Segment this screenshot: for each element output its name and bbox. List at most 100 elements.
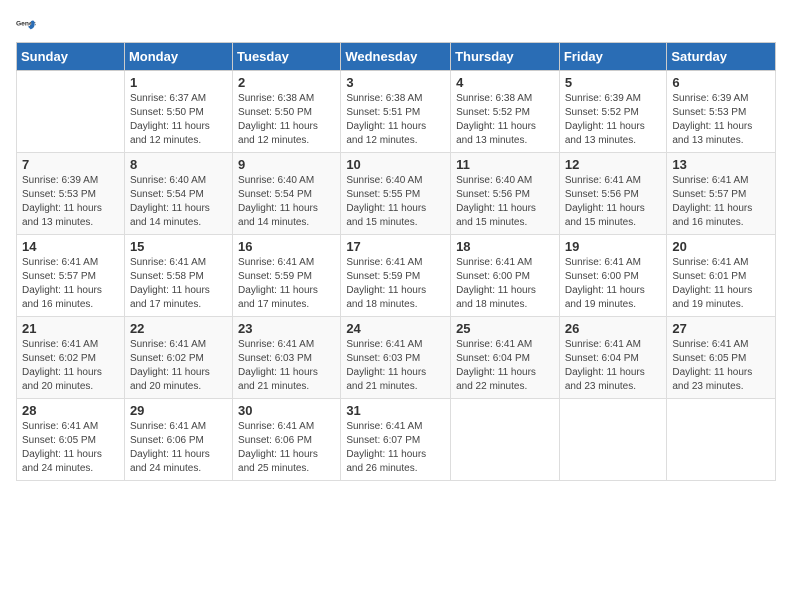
- daylight: Daylight: 11 hours and 15 minutes.: [565, 203, 645, 228]
- calendar-cell: 27 Sunrise: 6:41 AM Sunset: 6:05 PM Dayl…: [667, 317, 776, 399]
- day-number: 18: [456, 239, 554, 254]
- daylight: Daylight: 11 hours and 13 minutes.: [456, 121, 536, 146]
- daylight: Daylight: 11 hours and 13 minutes.: [672, 121, 752, 146]
- calendar-cell: 5 Sunrise: 6:39 AM Sunset: 5:52 PM Dayli…: [559, 71, 667, 153]
- cell-info: Sunrise: 6:41 AM Sunset: 6:02 PM Dayligh…: [130, 338, 227, 394]
- calendar-cell: 4 Sunrise: 6:38 AM Sunset: 5:52 PM Dayli…: [451, 71, 560, 153]
- sunset: Sunset: 5:53 PM: [22, 189, 96, 200]
- weekday-header-cell: Tuesday: [233, 43, 341, 71]
- sunrise: Sunrise: 6:41 AM: [672, 257, 748, 268]
- sunset: Sunset: 5:56 PM: [456, 189, 530, 200]
- sunset: Sunset: 5:55 PM: [346, 189, 420, 200]
- logo-icon: General: [16, 16, 36, 36]
- cell-info: Sunrise: 6:41 AM Sunset: 5:58 PM Dayligh…: [130, 256, 227, 312]
- calendar-cell: 9 Sunrise: 6:40 AM Sunset: 5:54 PM Dayli…: [233, 153, 341, 235]
- daylight: Daylight: 11 hours and 26 minutes.: [346, 449, 426, 474]
- day-number: 21: [22, 321, 119, 336]
- cell-info: Sunrise: 6:41 AM Sunset: 6:00 PM Dayligh…: [456, 256, 554, 312]
- calendar-week-row: 14 Sunrise: 6:41 AM Sunset: 5:57 PM Dayl…: [17, 235, 776, 317]
- daylight: Daylight: 11 hours and 13 minutes.: [22, 203, 102, 228]
- sunrise: Sunrise: 6:41 AM: [238, 257, 314, 268]
- daylight: Daylight: 11 hours and 12 minutes.: [130, 121, 210, 146]
- calendar-cell: 13 Sunrise: 6:41 AM Sunset: 5:57 PM Dayl…: [667, 153, 776, 235]
- sunrise: Sunrise: 6:41 AM: [672, 175, 748, 186]
- sunrise: Sunrise: 6:37 AM: [130, 93, 206, 104]
- calendar-cell: 8 Sunrise: 6:40 AM Sunset: 5:54 PM Dayli…: [124, 153, 232, 235]
- calendar-cell: 25 Sunrise: 6:41 AM Sunset: 6:04 PM Dayl…: [451, 317, 560, 399]
- cell-info: Sunrise: 6:40 AM Sunset: 5:54 PM Dayligh…: [238, 174, 335, 230]
- weekday-header-cell: Saturday: [667, 43, 776, 71]
- weekday-header-cell: Monday: [124, 43, 232, 71]
- day-number: 2: [238, 75, 335, 90]
- sunrise: Sunrise: 6:41 AM: [130, 257, 206, 268]
- sunrise: Sunrise: 6:38 AM: [238, 93, 314, 104]
- weekday-header-cell: Sunday: [17, 43, 125, 71]
- daylight: Daylight: 11 hours and 14 minutes.: [130, 203, 210, 228]
- daylight: Daylight: 11 hours and 12 minutes.: [238, 121, 318, 146]
- cell-info: Sunrise: 6:41 AM Sunset: 6:03 PM Dayligh…: [346, 338, 445, 394]
- sunrise: Sunrise: 6:41 AM: [565, 257, 641, 268]
- cell-info: Sunrise: 6:40 AM Sunset: 5:54 PM Dayligh…: [130, 174, 227, 230]
- daylight: Daylight: 11 hours and 15 minutes.: [346, 203, 426, 228]
- day-number: 30: [238, 403, 335, 418]
- calendar-cell: 16 Sunrise: 6:41 AM Sunset: 5:59 PM Dayl…: [233, 235, 341, 317]
- sunrise: Sunrise: 6:41 AM: [130, 339, 206, 350]
- day-number: 8: [130, 157, 227, 172]
- sunrise: Sunrise: 6:40 AM: [238, 175, 314, 186]
- cell-info: Sunrise: 6:41 AM Sunset: 6:01 PM Dayligh…: [672, 256, 770, 312]
- sunrise: Sunrise: 6:39 AM: [22, 175, 98, 186]
- weekday-header-cell: Friday: [559, 43, 667, 71]
- sunrise: Sunrise: 6:39 AM: [565, 93, 641, 104]
- sunset: Sunset: 5:51 PM: [346, 107, 420, 118]
- day-number: 31: [346, 403, 445, 418]
- daylight: Daylight: 11 hours and 18 minutes.: [456, 285, 536, 310]
- cell-info: Sunrise: 6:39 AM Sunset: 5:53 PM Dayligh…: [22, 174, 119, 230]
- day-number: 23: [238, 321, 335, 336]
- calendar-body: 1 Sunrise: 6:37 AM Sunset: 5:50 PM Dayli…: [17, 71, 776, 481]
- calendar-cell: 6 Sunrise: 6:39 AM Sunset: 5:53 PM Dayli…: [667, 71, 776, 153]
- day-number: 28: [22, 403, 119, 418]
- sunrise: Sunrise: 6:39 AM: [672, 93, 748, 104]
- sunrise: Sunrise: 6:41 AM: [346, 339, 422, 350]
- cell-info: Sunrise: 6:38 AM Sunset: 5:52 PM Dayligh…: [456, 92, 554, 148]
- cell-info: Sunrise: 6:40 AM Sunset: 5:55 PM Dayligh…: [346, 174, 445, 230]
- calendar-cell: 31 Sunrise: 6:41 AM Sunset: 6:07 PM Dayl…: [341, 399, 451, 481]
- sunset: Sunset: 5:57 PM: [672, 189, 746, 200]
- cell-info: Sunrise: 6:41 AM Sunset: 5:59 PM Dayligh…: [346, 256, 445, 312]
- cell-info: Sunrise: 6:41 AM Sunset: 6:06 PM Dayligh…: [130, 420, 227, 476]
- day-number: 10: [346, 157, 445, 172]
- cell-info: Sunrise: 6:41 AM Sunset: 6:06 PM Dayligh…: [238, 420, 335, 476]
- sunrise: Sunrise: 6:41 AM: [130, 421, 206, 432]
- day-number: 5: [565, 75, 662, 90]
- daylight: Daylight: 11 hours and 24 minutes.: [130, 449, 210, 474]
- day-number: 20: [672, 239, 770, 254]
- calendar-cell: 21 Sunrise: 6:41 AM Sunset: 6:02 PM Dayl…: [17, 317, 125, 399]
- calendar-cell: 22 Sunrise: 6:41 AM Sunset: 6:02 PM Dayl…: [124, 317, 232, 399]
- sunrise: Sunrise: 6:41 AM: [672, 339, 748, 350]
- daylight: Daylight: 11 hours and 16 minutes.: [22, 285, 102, 310]
- logo: General: [16, 16, 38, 36]
- sunset: Sunset: 6:02 PM: [22, 353, 96, 364]
- sunset: Sunset: 5:52 PM: [456, 107, 530, 118]
- sunset: Sunset: 6:06 PM: [130, 435, 204, 446]
- day-number: 6: [672, 75, 770, 90]
- calendar-cell: 28 Sunrise: 6:41 AM Sunset: 6:05 PM Dayl…: [17, 399, 125, 481]
- day-number: 22: [130, 321, 227, 336]
- cell-info: Sunrise: 6:41 AM Sunset: 6:05 PM Dayligh…: [672, 338, 770, 394]
- daylight: Daylight: 11 hours and 23 minutes.: [672, 367, 752, 392]
- daylight: Daylight: 11 hours and 21 minutes.: [346, 367, 426, 392]
- weekday-header-cell: Thursday: [451, 43, 560, 71]
- day-number: 15: [130, 239, 227, 254]
- cell-info: Sunrise: 6:37 AM Sunset: 5:50 PM Dayligh…: [130, 92, 227, 148]
- sunrise: Sunrise: 6:40 AM: [456, 175, 532, 186]
- daylight: Daylight: 11 hours and 14 minutes.: [238, 203, 318, 228]
- sunrise: Sunrise: 6:41 AM: [238, 339, 314, 350]
- cell-info: Sunrise: 6:41 AM Sunset: 6:04 PM Dayligh…: [456, 338, 554, 394]
- daylight: Daylight: 11 hours and 18 minutes.: [346, 285, 426, 310]
- calendar-cell: 26 Sunrise: 6:41 AM Sunset: 6:04 PM Dayl…: [559, 317, 667, 399]
- daylight: Daylight: 11 hours and 20 minutes.: [130, 367, 210, 392]
- calendar-week-row: 28 Sunrise: 6:41 AM Sunset: 6:05 PM Dayl…: [17, 399, 776, 481]
- calendar-cell: 24 Sunrise: 6:41 AM Sunset: 6:03 PM Dayl…: [341, 317, 451, 399]
- sunrise: Sunrise: 6:38 AM: [456, 93, 532, 104]
- cell-info: Sunrise: 6:41 AM Sunset: 5:59 PM Dayligh…: [238, 256, 335, 312]
